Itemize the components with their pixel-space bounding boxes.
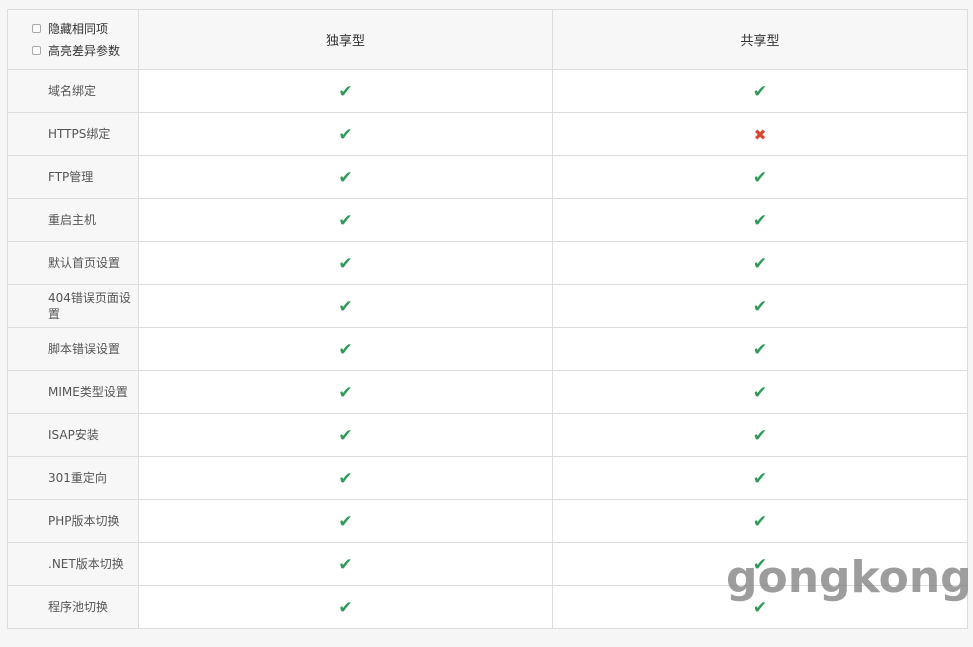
feature-label: 301重定向: [7, 456, 139, 500]
check-icon: ✔: [752, 597, 768, 618]
check-icon: ✔: [338, 296, 353, 317]
shared-value-cell: ✔: [552, 499, 968, 543]
options-cell: 隐藏相同项 高亮差异参数: [7, 9, 139, 70]
column-header-shared: 共享型: [552, 9, 968, 70]
shared-value-cell: ✔: [552, 456, 968, 500]
check-icon: ✔: [752, 339, 768, 360]
check-icon: ✔: [338, 468, 353, 489]
dedicated-value-cell: ✔: [138, 155, 553, 199]
check-icon: ✔: [338, 81, 353, 102]
highlight-diff-label: 高亮差异参数: [48, 44, 121, 58]
check-icon: ✔: [752, 511, 768, 532]
check-icon: ✔: [752, 468, 768, 489]
check-icon: ✔: [338, 124, 353, 145]
header-row: 隐藏相同项 高亮差异参数 独享型 共享型: [7, 9, 968, 70]
highlight-diff-option[interactable]: 高亮差异参数: [32, 40, 138, 62]
shared-value-cell: ✔: [552, 542, 968, 586]
table-row: 301重定向 ✔ ✔: [7, 456, 968, 500]
shared-value-cell: ✔: [552, 241, 968, 285]
shared-value-cell: ✔: [552, 155, 968, 199]
feature-label: ISAP安装: [7, 413, 139, 457]
shared-value-cell: ✔: [552, 198, 968, 242]
comparison-container: 隐藏相同项 高亮差异参数 独享型 共享型 域名绑定 ✔ ✔ HTTPS绑定 ✔ ✖ FTP管…: [7, 9, 968, 629]
table-row: .NET版本切换 ✔ ✔: [7, 542, 968, 586]
shared-value-cell: ✔: [552, 585, 968, 629]
dedicated-value-cell: ✔: [138, 241, 553, 285]
dedicated-value-cell: ✔: [138, 585, 553, 629]
check-icon: ✔: [752, 382, 768, 403]
check-icon: ✔: [752, 253, 768, 274]
highlight-diff-checkbox[interactable]: [32, 46, 41, 55]
table-row: FTP管理 ✔ ✔: [7, 155, 968, 199]
feature-label: 程序池切换: [7, 585, 139, 629]
dedicated-value-cell: ✔: [138, 327, 553, 371]
shared-value-cell: ✖: [552, 112, 968, 156]
check-icon: ✔: [338, 167, 353, 188]
table-row: MIME类型设置 ✔ ✔: [7, 370, 968, 414]
check-icon: ✔: [338, 253, 353, 274]
feature-label: .NET版本切换: [7, 542, 139, 586]
feature-label: 域名绑定: [7, 69, 139, 113]
dedicated-value-cell: ✔: [138, 499, 553, 543]
feature-label: 默认首页设置: [7, 241, 139, 285]
feature-label: MIME类型设置: [7, 370, 139, 414]
dedicated-value-cell: ✔: [138, 198, 553, 242]
dedicated-value-cell: ✔: [138, 112, 553, 156]
table-row: PHP版本切换 ✔ ✔: [7, 499, 968, 543]
shared-value-cell: ✔: [552, 327, 968, 371]
feature-label: 重启主机: [7, 198, 139, 242]
check-icon: ✔: [338, 210, 353, 231]
hide-same-label: 隐藏相同项: [48, 22, 109, 36]
check-icon: ✔: [338, 597, 353, 618]
table-row: 脚本错误设置 ✔ ✔: [7, 327, 968, 371]
dedicated-value-cell: ✔: [138, 370, 553, 414]
feature-label: 脚本错误设置: [7, 327, 139, 371]
check-icon: ✔: [752, 81, 768, 102]
dedicated-value-cell: ✔: [138, 69, 553, 113]
column-header-dedicated: 独享型: [138, 9, 553, 70]
dedicated-value-cell: ✔: [138, 284, 553, 328]
dedicated-value-cell: ✔: [138, 456, 553, 500]
dedicated-value-cell: ✔: [138, 413, 553, 457]
check-icon: ✔: [338, 425, 353, 446]
check-icon: ✔: [752, 210, 768, 231]
table-row: HTTPS绑定 ✔ ✖: [7, 112, 968, 156]
shared-value-cell: ✔: [552, 69, 968, 113]
check-icon: ✔: [338, 382, 353, 403]
hide-same-checkbox[interactable]: [32, 24, 41, 33]
check-icon: ✔: [338, 339, 353, 360]
comparison-table: 隐藏相同项 高亮差异参数 独享型 共享型 域名绑定 ✔ ✔ HTTPS绑定 ✔ ✖ FTP管…: [7, 9, 968, 629]
feature-label: 404错误页面设置: [7, 284, 139, 328]
hide-same-option[interactable]: 隐藏相同项: [32, 18, 138, 40]
check-icon: ✔: [338, 511, 353, 532]
feature-label: FTP管理: [7, 155, 139, 199]
check-icon: ✔: [752, 296, 768, 317]
check-icon: ✔: [752, 167, 768, 188]
check-icon: ✔: [752, 425, 768, 446]
table-row: 404错误页面设置 ✔ ✔: [7, 284, 968, 328]
shared-value-cell: ✔: [552, 370, 968, 414]
table-row: 默认首页设置 ✔ ✔: [7, 241, 968, 285]
table-row: 域名绑定 ✔ ✔: [7, 69, 968, 113]
table-row: ISAP安装 ✔ ✔: [7, 413, 968, 457]
shared-value-cell: ✔: [552, 284, 968, 328]
table-row: 程序池切换 ✔ ✔: [7, 585, 968, 629]
check-icon: ✔: [752, 554, 768, 575]
cross-icon: ✖: [753, 125, 767, 144]
shared-value-cell: ✔: [552, 413, 968, 457]
table-row: 重启主机 ✔ ✔: [7, 198, 968, 242]
feature-rows: 域名绑定 ✔ ✔ HTTPS绑定 ✔ ✖ FTP管理 ✔ ✔ 重启主机 ✔ ✔ 默认首页设置 ✔ ✔ 404错…: [7, 69, 968, 629]
feature-label: PHP版本切换: [7, 499, 139, 543]
dedicated-value-cell: ✔: [138, 542, 553, 586]
check-icon: ✔: [338, 554, 353, 575]
feature-label: HTTPS绑定: [7, 112, 139, 156]
